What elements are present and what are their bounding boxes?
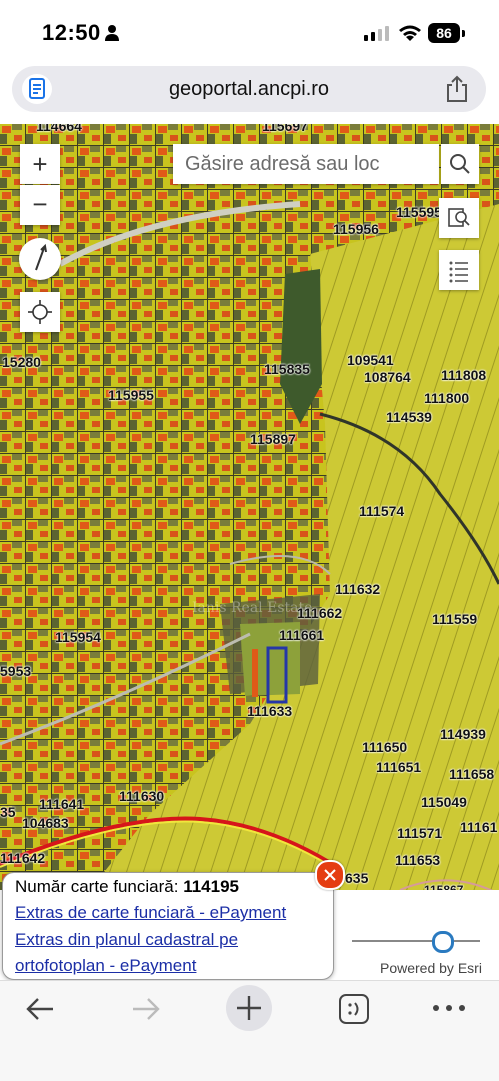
map-footer-panel: Powered by Esri — [336, 890, 499, 980]
parcel-popup: Număr carte funciară: 114195 Extras de c… — [2, 872, 334, 980]
parcel-label[interactable]: 111800 — [424, 390, 469, 406]
attribution-text: Powered by Esri — [380, 960, 482, 976]
browser-toolbar — [0, 980, 499, 1081]
new-tab-button[interactable] — [226, 985, 272, 1031]
address-bar[interactable]: geoportal.ancpi.ro — [12, 66, 486, 112]
parcel-label[interactable]: 111661 — [279, 627, 324, 643]
layer-list-button[interactable] — [439, 250, 479, 290]
parcel-label[interactable]: 5953 — [0, 663, 31, 679]
share-icon[interactable] — [444, 75, 470, 103]
map-view[interactable]: Ianis Real Estate 114664 115697 115595 1… — [0, 124, 499, 890]
parcel-label[interactable]: 15280 — [2, 354, 41, 370]
zoom-out-button[interactable]: − — [20, 185, 60, 225]
battery-indicator: 86 — [428, 23, 460, 43]
parcel-label[interactable]: 111808 — [441, 367, 486, 383]
parcel-label[interactable]: 111574 — [359, 503, 404, 519]
extras-plan-link-line2[interactable]: ortofotoplan - ePayment — [15, 956, 196, 976]
parcel-label[interactable]: 115697 — [262, 124, 308, 134]
parcel-label[interactable]: 111642 — [0, 850, 45, 866]
back-arrow-icon[interactable] — [24, 995, 56, 1023]
parcel-label[interactable]: 111658 — [449, 766, 494, 782]
map-imagery[interactable]: Ianis Real Estate — [0, 124, 499, 890]
parcel-label[interactable]: 115897 — [250, 431, 296, 447]
parcel-label[interactable]: 108764 — [364, 369, 411, 385]
identify-button[interactable] — [439, 198, 479, 238]
close-icon — [324, 869, 336, 881]
watermark-text: Ianis Real Estate — [192, 600, 312, 616]
parcel-label[interactable]: 635 — [345, 870, 368, 886]
parcel-label[interactable]: 115595 — [396, 204, 442, 220]
zoom-in-button[interactable]: + — [20, 144, 60, 184]
parcel-label[interactable]: 115956 — [333, 221, 379, 237]
parcel-label[interactable]: 111559 — [432, 611, 477, 627]
parcel-label[interactable]: 111632 — [335, 581, 380, 597]
parcel-label[interactable]: 35 — [0, 804, 16, 820]
parcel-label[interactable]: 115955 — [108, 387, 154, 403]
parcel-label[interactable]: 109541 — [347, 352, 394, 368]
parcel-label[interactable]: 111571 — [397, 825, 442, 841]
parcel-label[interactable]: 114664 — [36, 124, 82, 134]
locate-button[interactable] — [20, 292, 60, 332]
parcel-label[interactable]: 111662 — [297, 605, 342, 621]
cf-label: Număr carte funciară: — [15, 877, 179, 896]
cf-value: 114195 — [183, 877, 239, 896]
opacity-slider-handle[interactable] — [432, 931, 454, 953]
parcel-label[interactable]: 11161 — [460, 819, 497, 835]
parcel-label[interactable]: 114539 — [386, 409, 432, 425]
parcel-label[interactable]: 114939 — [440, 726, 486, 742]
forward-arrow-icon[interactable] — [130, 995, 162, 1023]
search-icon — [450, 154, 470, 174]
extras-cf-link[interactable]: Extras de carte funciară - ePayment — [15, 903, 286, 923]
parcel-label[interactable]: 115835 — [264, 361, 310, 377]
search-button[interactable] — [441, 144, 479, 184]
parcel-label[interactable]: 111653 — [395, 852, 440, 868]
parcel-label[interactable]: 111650 — [362, 739, 407, 755]
url-text[interactable]: geoportal.ancpi.ro — [12, 78, 486, 101]
parcel-label[interactable]: 115049 — [421, 794, 467, 810]
search-placeholder: Găsire adresă sau loc — [185, 153, 380, 175]
plus-icon — [237, 996, 261, 1020]
popup-close-button[interactable] — [315, 860, 345, 890]
more-options-icon[interactable] — [432, 1003, 466, 1013]
status-bar: 12:50 86 — [0, 0, 499, 62]
parcel-label[interactable]: 111633 — [247, 703, 292, 719]
crosshair-icon — [28, 300, 52, 324]
cellular-signal-icon — [364, 26, 389, 41]
parcel-label[interactable]: 115954 — [55, 629, 101, 645]
parcel-label[interactable]: 104683 — [22, 815, 69, 831]
parcel-label[interactable]: 111641 — [39, 796, 84, 812]
search-input[interactable]: Găsire adresă sau loc — [173, 144, 439, 184]
opacity-slider-track[interactable] — [352, 940, 480, 942]
parcel-label[interactable]: 115867 — [424, 883, 463, 890]
tabs-icon[interactable] — [338, 993, 370, 1025]
clock: 12:50 — [42, 20, 101, 45]
extras-plan-link-line1[interactable]: Extras din planul cadastral pe — [15, 930, 238, 950]
parcel-label[interactable]: 111630 — [119, 788, 164, 804]
compass-button[interactable] — [19, 238, 61, 280]
compass-needle-icon — [35, 243, 47, 271]
person-icon — [105, 25, 119, 41]
battery-tip — [462, 30, 465, 37]
parcel-label[interactable]: 111651 — [376, 759, 421, 775]
list-icon — [449, 261, 468, 283]
cf-number-line: Număr carte funciară: 114195 — [15, 877, 239, 897]
identify-search-icon — [448, 208, 470, 227]
wifi-icon — [399, 25, 421, 41]
